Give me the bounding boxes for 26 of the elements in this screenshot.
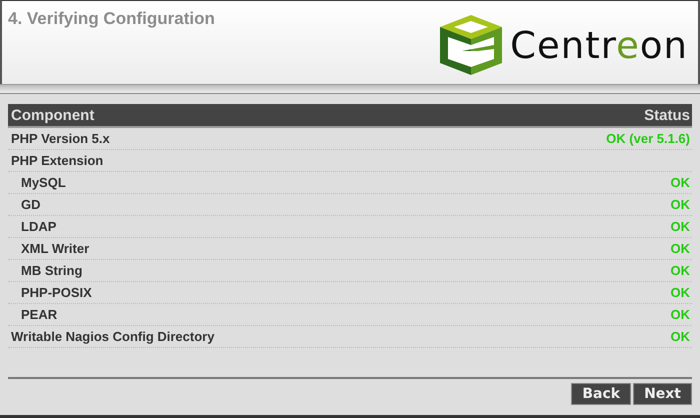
page-title: 4. Verifying Configuration xyxy=(7,8,215,30)
logo-text: Centreon xyxy=(510,24,688,66)
component-name: XML Writer xyxy=(20,241,90,256)
component-name: MySQL xyxy=(20,175,66,190)
nav-button[interactable]: Next xyxy=(633,383,692,405)
status-text: OK xyxy=(670,175,690,190)
component-name: PHP Extension xyxy=(11,153,104,168)
nav-button[interactable]: Back xyxy=(571,383,632,405)
status-text: OK xyxy=(670,285,690,300)
status-text: OK xyxy=(670,329,690,344)
component-name: LDAP xyxy=(20,219,56,234)
component-name: Writable Nagios Config Directory xyxy=(11,329,214,344)
status-text: OK xyxy=(670,197,690,212)
component-name: GD xyxy=(20,197,40,212)
component-name: PEAR xyxy=(20,307,58,322)
status-text: OK xyxy=(670,263,690,278)
status-text: OK xyxy=(670,219,690,234)
column-header: Status xyxy=(644,106,690,124)
column-header: Component xyxy=(11,106,94,124)
component-name: MB String xyxy=(20,263,82,278)
status-text: OK (ver 5.1.6) xyxy=(606,131,690,146)
status-text: OK xyxy=(670,241,690,256)
status-text: OK xyxy=(670,307,690,322)
cube-logo-icon xyxy=(438,13,504,77)
component-name: PHP Version 5.x xyxy=(11,131,110,146)
component-name: PHP-POSIX xyxy=(20,285,92,300)
